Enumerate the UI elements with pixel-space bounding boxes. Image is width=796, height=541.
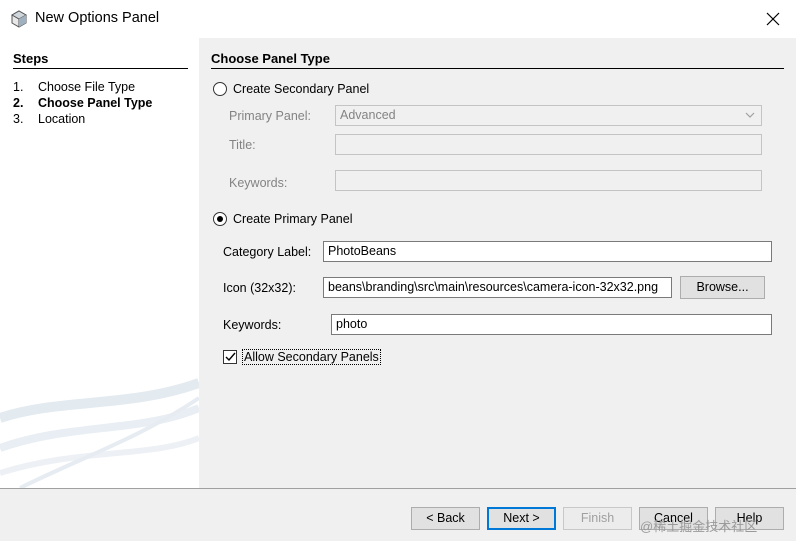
step-item: 1. Choose File Type [13,79,152,95]
secondary-keywords-field[interactable] [335,170,762,191]
icon-path-field[interactable]: beans\branding\src\main\resources\camera… [323,277,672,298]
step-label: Location [38,112,86,126]
finish-button[interactable]: Finish [563,507,632,530]
primary-keywords-field[interactable]: photo [331,314,772,335]
next-button[interactable]: Next > [487,507,556,530]
step-item: 3. Location [13,111,152,127]
create-primary-panel-label: Create Primary Panel [233,212,353,226]
title-bar: New Options Panel [0,0,796,38]
step-item-active: 2. Choose Panel Type [13,95,152,111]
decorative-swoosh-graphic [0,378,199,488]
step-number: 1. [13,80,24,94]
panel-heading: Choose Panel Type [211,51,784,69]
allow-secondary-panels-checkbox[interactable]: Allow Secondary Panels [223,349,381,365]
window-title: New Options Panel [35,10,160,26]
secondary-keywords-label: Keywords: [229,176,288,190]
cube-icon [10,10,28,28]
create-secondary-panel-label: Create Secondary Panel [233,82,370,96]
create-secondary-panel-radio[interactable]: Create Secondary Panel [213,82,369,96]
category-label: Category Label: [223,245,312,259]
title-label: Title: [229,138,256,152]
close-icon[interactable] [760,6,786,32]
step-label: Choose File Type [38,80,136,94]
primary-keywords-label: Keywords: [223,318,282,332]
browse-button[interactable]: Browse... [680,276,765,299]
primary-panel-value: Advanced [340,108,396,122]
footer-bar: < Back Next > Finish Cancel Help @稀土掘金技术… [0,488,796,541]
radio-selected-icon [213,212,227,226]
steps-list: 1. Choose File Type 2. Choose Panel Type 3… [13,79,152,127]
primary-keywords-value: photo [336,317,368,331]
primary-panel-select[interactable]: Advanced [335,105,762,126]
step-label: Choose Panel Type [38,96,153,110]
back-button[interactable]: < Back [411,507,480,530]
watermark-text: @稀土掘金技术社区 [640,519,758,534]
chevron-down-icon [745,108,755,125]
icon-path-value: beans\branding\src\main\resources\camera… [328,280,659,294]
title-field[interactable] [335,134,762,155]
step-number: 2. [13,96,24,110]
allow-secondary-panels-label: Allow Secondary Panels [242,349,381,365]
main-panel: Choose Panel Type Create Secondary Panel… [199,38,796,488]
steps-panel: Steps 1. Choose File Type 2. Choose Panel … [0,38,199,488]
icon-label: Icon (32x32): [223,281,296,295]
category-value: PhotoBeans [328,244,397,258]
radio-icon [213,82,227,96]
create-primary-panel-radio[interactable]: Create Primary Panel [213,212,353,226]
category-label-field[interactable]: PhotoBeans [323,241,772,262]
checkmark-icon [223,350,237,364]
steps-heading: Steps [13,51,188,69]
primary-panel-label: Primary Panel: [229,109,311,123]
step-number: 3. [13,112,24,126]
